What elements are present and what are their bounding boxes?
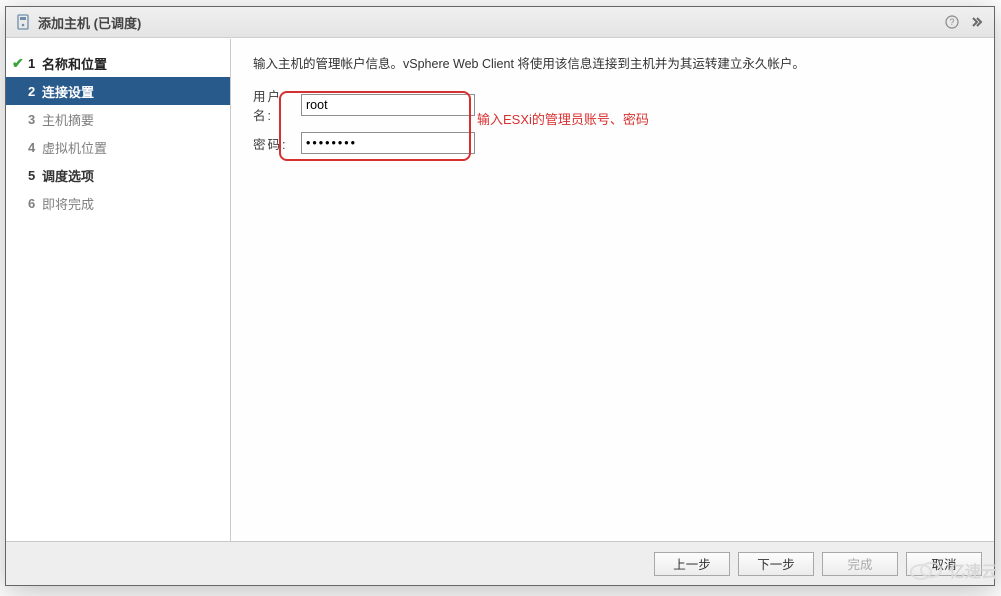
password-row: 密码: [253, 132, 972, 154]
titlebar: 添加主机 (已调度) ? [6, 7, 994, 38]
step-name-and-location[interactable]: ✔ 1 名称和位置 [6, 49, 230, 77]
wizard-content: 输入主机的管理帐户信息。vSphere Web Client 将使用该信息连接到… [231, 39, 994, 541]
check-icon: ✔ [12, 56, 24, 70]
add-host-dialog: 添加主机 (已调度) ? ✔ 1 [5, 6, 995, 586]
wizard-footer: 上一步 下一步 完成 取消 [6, 541, 994, 585]
svg-text:?: ? [949, 17, 954, 27]
cancel-button[interactable]: 取消 [906, 552, 982, 576]
step-ready-complete[interactable]: 6 即将完成 [6, 189, 230, 217]
password-input[interactable] [301, 132, 475, 154]
help-icon[interactable]: ? [942, 12, 962, 32]
step-host-summary[interactable]: 3 主机摘要 [6, 105, 230, 133]
finish-button: 完成 [822, 552, 898, 576]
expand-icon[interactable] [966, 12, 986, 32]
step-vm-location[interactable]: 4 虚拟机位置 [6, 133, 230, 161]
next-button[interactable]: 下一步 [738, 552, 814, 576]
dialog-body: ✔ 1 名称和位置 2 连接设置 3 主机摘要 4 虚拟机位置 5 [6, 38, 994, 541]
step-schedule-options[interactable]: 5 调度选项 [6, 161, 230, 189]
intro-text: 输入主机的管理帐户信息。vSphere Web Client 将使用该信息连接到… [253, 53, 972, 72]
annotation-text: 输入ESXi的管理员账号、密码 [477, 109, 649, 128]
dialog-title: 添加主机 (已调度) [38, 13, 141, 32]
username-input[interactable] [301, 94, 475, 116]
password-label: 密码: [253, 134, 301, 153]
wizard-steps: ✔ 1 名称和位置 2 连接设置 3 主机摘要 4 虚拟机位置 5 [6, 39, 231, 541]
step-connection-settings[interactable]: 2 连接设置 [6, 77, 230, 105]
back-button[interactable]: 上一步 [654, 552, 730, 576]
host-icon [14, 13, 32, 31]
username-label: 用户名: [253, 86, 301, 124]
